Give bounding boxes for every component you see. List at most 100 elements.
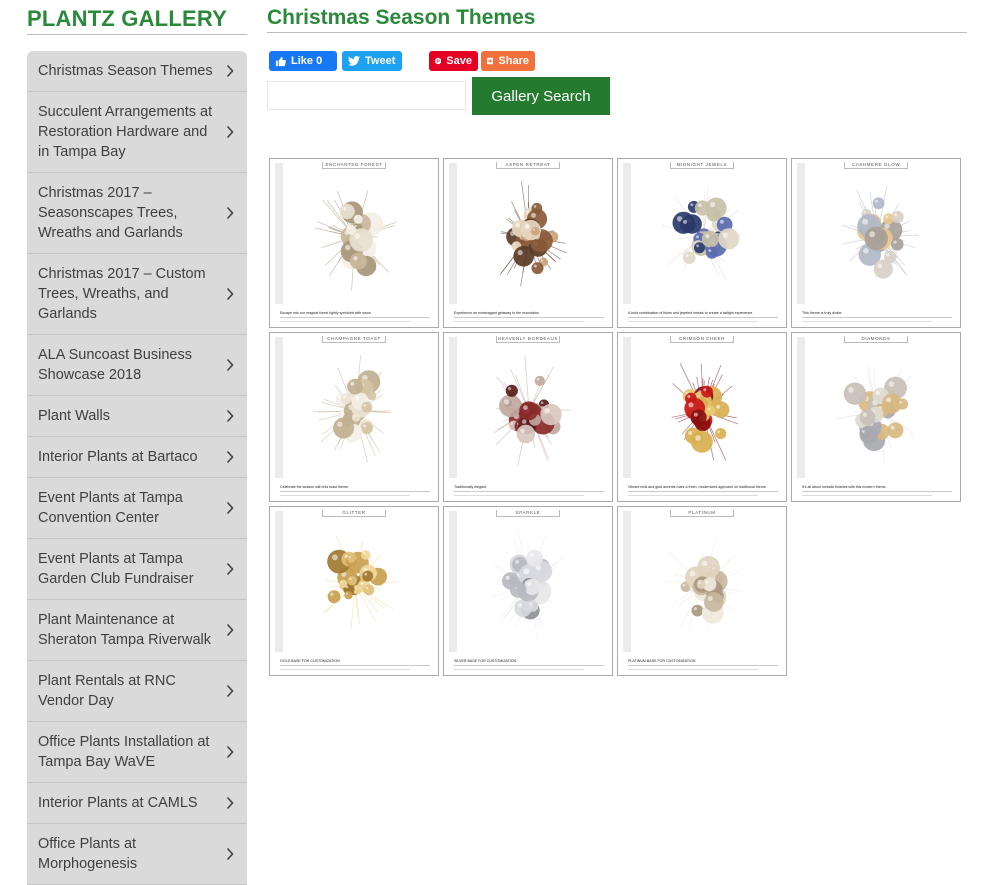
sidebar-item[interactable]: ALA Suncoast Business Showcase 2018 [27,335,247,396]
sidebar-item[interactable]: Christmas 2017 – Seasonscapes Trees, Wre… [27,173,247,254]
ornament-arrangement-image [470,347,588,475]
thumbnail-title: ASPEN RETREAT [444,162,612,167]
chevron-right-icon [225,64,235,78]
thumbnail-text-line [628,495,758,496]
thumbnail-text-line [454,321,584,322]
chevron-right-icon [225,409,235,423]
sidebar-item[interactable]: Plant Walls [27,396,247,437]
thumbnail-caption: PLATINUM BASE FOR CUSTOMIZATION [628,659,696,663]
thumbnail-strip [275,163,283,304]
share-button[interactable]: Share [481,51,535,71]
thumbnail-caption: Traditionally elegant. [454,485,487,489]
pinterest-icon [435,55,441,67]
ornament-arrangement-image [644,521,762,649]
sidebar-item-label: Christmas 2017 – Seasonscapes Trees, Wre… [38,185,183,241]
tweet-label: Tweet [365,55,395,67]
sidebar-item[interactable]: Office Plants Installation at Tampa Bay … [27,722,247,783]
thumbnail-caption: Celebrate the season with this toast the… [280,485,349,489]
gallery-search-input[interactable] [267,81,466,110]
page-title: Christmas Season Themes [267,6,967,33]
gallery-thumbnail[interactable]: CRIMSON CHEER Vibrant reds and gold accen… [617,332,787,502]
sidebar-item-label: Plant Maintenance at Sheraton Tampa Rive… [38,612,211,648]
thumbnail-title: ENCHANTED FOREST [270,162,438,167]
thumbnail-title: CHAMPAGNE TOAST [270,336,438,341]
tweet-button[interactable]: Tweet [342,51,402,71]
chevron-right-icon [225,745,235,759]
gallery-thumbnail[interactable]: SPARKLE SILVER BASE FOR CUSTOMIZATION [443,506,613,676]
gallery-thumbnail[interactable]: GLITTER GOLD BASE FOR CUSTOMIZATION [269,506,439,676]
thumbnail-title: GLITTER [270,510,438,515]
sidebar-item-label: Event Plants at Tampa Convention Center [38,490,183,526]
gallery-thumbnail[interactable]: DIAMONDSIt's all about metallic finishes… [791,332,961,502]
sidebar-item[interactable]: Plant Maintenance at Sheraton Tampa Rive… [27,600,247,661]
gallery-thumbnail[interactable]: MIDNIGHT JEWELS A bold combination of blu… [617,158,787,328]
thumbnail-text-line [280,669,410,670]
sidebar-item-label: Office Plants at Morphogenesis [38,836,137,872]
thumbnail-caption: A bold combination of blues and jeweled … [628,311,753,315]
sidebar-item[interactable]: Office Plants at Morphogenesis [27,824,247,885]
thumbnail-caption: Vibrant reds and gold accents mark a fre… [628,485,767,489]
thumbnail-text-line [280,665,430,666]
thumbnail-text-line [280,495,410,496]
share-label: Share [498,55,529,67]
thumbnail-text-line [628,665,778,666]
sidebar-item-label: Succulent Arrangements at Restoration Ha… [38,104,212,160]
gallery-thumbnail[interactable]: ASPEN RETREATExperience an extravagant g… [443,158,613,328]
thumbnail-text-line [802,317,952,318]
thumbnail-caption: Escape into our magical forest lightly s… [280,311,371,315]
gallery-thumbnail[interactable]: CHAMPAGNE TOAST Celebrate the season with… [269,332,439,502]
thumbnail-strip [797,337,805,478]
sidebar-item-label: Christmas 2017 – Custom Trees, Wreaths, … [38,266,206,322]
chevron-right-icon [225,287,235,301]
ornament-arrangement-image [296,347,414,475]
facebook-like-button[interactable]: Like 0 [269,51,337,71]
pinterest-save-button[interactable]: Save [429,51,478,71]
thumbnail-title: MIDNIGHT JEWELS [618,162,786,167]
sidebar-item[interactable]: Christmas 2017 – Custom Trees, Wreaths, … [27,254,247,335]
sidebar-item-label: Interior Plants at Bartaco [38,449,198,465]
thumbnail-caption: SILVER BASE FOR CUSTOMIZATION [454,659,516,663]
thumbnail-title: HEAVENLY BORDEAUX [444,336,612,341]
sidebar-item[interactable]: Christmas Season Themes [27,51,247,92]
twitter-bird-icon [348,56,360,66]
chevron-right-icon [225,450,235,464]
pinterest-save-label: Save [446,55,472,67]
chevron-right-icon [225,501,235,515]
gallery-thumbnail[interactable]: CASHMERE GLOWThis theme is truly divine. [791,158,961,328]
plus-icon [487,56,493,66]
chevron-right-icon [225,206,235,220]
thumbnail-text-line [280,491,430,492]
thumbnail-text-line [628,317,778,318]
sidebar-item[interactable]: Event Plants at Tampa Convention Center [27,478,247,539]
gallery-title: PLANTZ GALLERY [27,6,247,35]
thumbnail-text-line [454,495,584,496]
sidebar-item[interactable]: Event Plants at Tampa Garden Club Fundra… [27,539,247,600]
thumbnail-strip [449,337,457,478]
gallery-search-button[interactable]: Gallery Search [472,77,610,115]
sidebar-item[interactable]: Interior Plants at Bartaco [27,437,247,478]
thumbnail-strip [623,163,631,304]
sidebar-item-label: Plant Rentals at RNC Vendor Day [38,673,176,709]
sidebar-item[interactable]: Interior Plants at CAMLS [27,783,247,824]
gallery-sidebar: Christmas Season Themes Succulent Arrange… [27,51,247,885]
sidebar-item-label: Christmas Season Themes [38,63,213,79]
sidebar-item-label: Event Plants at Tampa Garden Club Fundra… [38,551,194,587]
sidebar-item[interactable]: Succulent Arrangements at Restoration Ha… [27,92,247,173]
thumbnail-strip [449,163,457,304]
thumbnail-title: SPARKLE [444,510,612,515]
thumbnail-strip [449,511,457,652]
thumbnail-text-line [454,669,584,670]
sidebar-item[interactable]: Plant Rentals at RNC Vendor Day [27,661,247,722]
thumbnail-caption: This theme is truly divine. [802,311,843,315]
thumbnail-title: CRIMSON CHEER [618,336,786,341]
thumbnail-text-line [802,491,952,492]
thumbnail-caption: GOLD BASE FOR CUSTOMIZATION [280,659,340,663]
thumbnail-text-line [628,491,778,492]
facebook-like-label: Like 0 [291,55,322,67]
gallery-thumbnail[interactable]: HEAVENLY BORDEAUX Traditionally elegant. [443,332,613,502]
chevron-right-icon [225,125,235,139]
sidebar-item-label: ALA Suncoast Business Showcase 2018 [38,347,192,383]
gallery-thumbnail[interactable]: PLATINUM PLATINUM BASE FOR CUSTOMIZATION [617,506,787,676]
gallery-thumbnail[interactable]: ENCHANTED FOREST Escape into our magical … [269,158,439,328]
thumbnail-title: PLATINUM [618,510,786,515]
